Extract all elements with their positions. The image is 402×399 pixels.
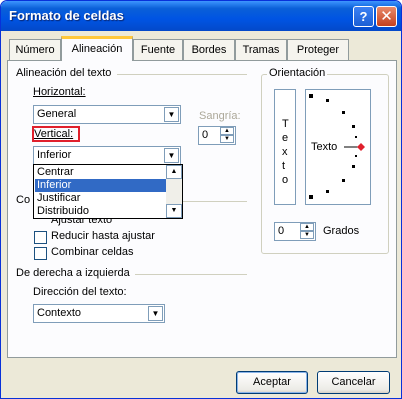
horizontal-select[interactable]: General ▼ <box>33 105 181 124</box>
vertical-text-char: o <box>282 174 289 186</box>
tab-proteger[interactable]: Proteger <box>287 39 349 60</box>
vertical-select[interactable]: Inferior ▼ <box>33 146 181 165</box>
help-button[interactable]: ? <box>353 6 374 27</box>
indent-spinner[interactable]: 0 ▲ ▼ <box>198 126 236 145</box>
accept-button[interactable]: Aceptar <box>236 371 308 394</box>
shrink-to-fit-label: Reducir hasta ajustar <box>51 230 155 242</box>
spin-down-icon[interactable]: ▼ <box>300 231 314 239</box>
spin-up-icon[interactable]: ▲ <box>220 127 234 135</box>
cancel-button[interactable]: Cancelar <box>317 371 390 394</box>
spin-up-icon[interactable]: ▲ <box>300 223 314 231</box>
text-direction-select[interactable]: Contexto ▼ <box>33 304 165 323</box>
vertical-label: Vertical: <box>34 128 74 140</box>
dial-text: Texto <box>311 141 338 153</box>
text-control-section-label: Co <box>16 194 31 206</box>
orientation-dial[interactable]: Texto <box>305 89 371 205</box>
orientation-section-label: Orientación <box>267 67 328 79</box>
text-alignment-section-label: Alineación del texto <box>16 67 112 79</box>
tab-alineacion[interactable]: Alineación <box>61 36 133 61</box>
rtl-section-label: De derecha a izquierda <box>16 267 130 279</box>
dropdown-option-distribuido[interactable]: Distribuido <box>35 205 166 218</box>
section-divider <box>183 201 247 202</box>
dropdown-option-inferior[interactable]: Inferior <box>35 179 166 192</box>
format-cells-dialog: Formato de celdas ? ✕ Número Alineación … <box>0 0 402 399</box>
vertical-text-char: T <box>282 118 289 130</box>
degrees-spinner[interactable]: 0 ▲ ▼ <box>274 222 316 241</box>
scroll-up-icon[interactable]: ▲ <box>166 165 182 179</box>
dropdown-option-centrar[interactable]: Centrar <box>35 166 166 179</box>
indent-value: 0 <box>202 129 209 141</box>
tab-fuente[interactable]: Fuente <box>133 39 183 60</box>
merge-cells-checkbox[interactable] <box>34 247 47 260</box>
title-bar: Formato de celdas ? ✕ <box>1 1 401 31</box>
vertical-text-char: x <box>282 146 288 158</box>
merge-cells-label: Combinar celdas <box>51 246 134 258</box>
chevron-down-icon[interactable]: ▼ <box>164 107 179 122</box>
tab-tramas[interactable]: Tramas <box>235 39 287 60</box>
vertical-text-char: t <box>282 160 286 172</box>
text-direction-label: Dirección del texto: <box>33 286 127 298</box>
horizontal-value: General <box>37 108 77 120</box>
chevron-down-icon[interactable]: ▼ <box>164 148 179 163</box>
shrink-to-fit-checkbox[interactable] <box>34 231 47 244</box>
chevron-down-icon[interactable]: ▼ <box>148 306 163 321</box>
dropdown-scrollbar[interactable]: ▲ ▼ <box>166 165 182 218</box>
degrees-value: 0 <box>278 225 285 237</box>
vertical-text-box[interactable]: T e x t o <box>274 89 296 205</box>
vertical-value: Inferior <box>37 149 72 161</box>
tab-bordes[interactable]: Bordes <box>183 39 235 60</box>
vertical-dropdown-list: Centrar Inferior Justificar Distribuido … <box>33 164 183 219</box>
degrees-label: Grados <box>323 225 360 237</box>
horizontal-label: Horizontal: <box>33 86 86 98</box>
section-divider <box>135 274 247 275</box>
vertical-text-char: e <box>282 132 289 144</box>
scroll-down-icon[interactable]: ▼ <box>166 204 182 218</box>
spin-down-icon[interactable]: ▼ <box>220 135 234 143</box>
section-divider <box>117 74 247 75</box>
indent-label: Sangría: <box>199 110 241 122</box>
text-direction-value: Contexto <box>37 307 82 319</box>
window-title: Formato de celdas <box>9 8 124 23</box>
close-button[interactable]: ✕ <box>376 6 397 27</box>
tab-numero[interactable]: Número <box>9 39 61 60</box>
dropdown-option-justificar[interactable]: Justificar <box>35 192 166 205</box>
